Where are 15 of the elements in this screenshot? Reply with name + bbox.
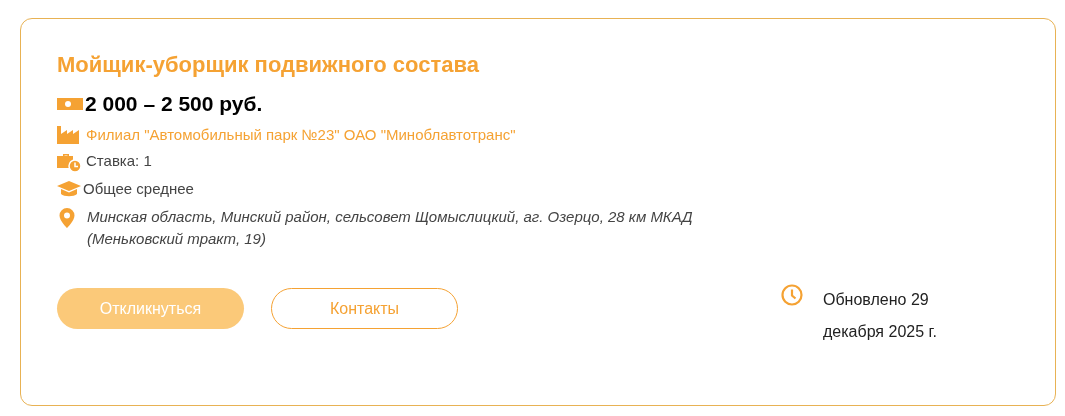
updated-date: Обновлено 29 декабря 2025 г.	[823, 290, 938, 342]
location-pin-icon	[59, 208, 75, 228]
clock-icon	[781, 284, 803, 306]
factory-icon	[57, 126, 79, 144]
salary-text: 2 000 – 2 500 руб.	[85, 92, 263, 116]
employer-link[interactable]: Филиал "Автомобильный парк №23" ОАО "Миноблавтотранс"	[86, 126, 516, 143]
vacancy-title[interactable]: Мойщик-уборщик подвижного состава	[57, 52, 1019, 78]
rate-text: Ставка: 1	[86, 152, 152, 169]
education-text: Общее среднее	[83, 180, 194, 197]
graduation-cap-icon	[57, 180, 81, 198]
money-icon	[57, 95, 83, 113]
contacts-button[interactable]: Контакты	[271, 288, 458, 329]
briefcase-clock-icon	[57, 152, 81, 172]
respond-button[interactable]: Откликнуться	[57, 288, 244, 329]
address-text: Минская область, Минский район, сельсовет Щомыслицкий, аг. Озерцо, 28 км МКАД (Меньковский тракт, 19)	[87, 207, 694, 249]
